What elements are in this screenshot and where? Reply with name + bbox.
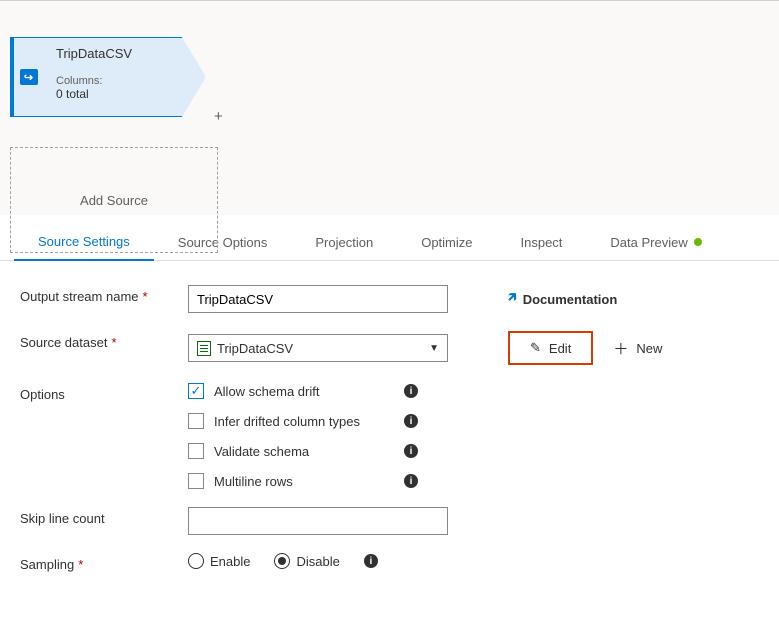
checkbox-icon: ✓ <box>188 383 204 399</box>
add-step-plus[interactable]: + <box>214 108 223 125</box>
edit-button[interactable]: ✎ Edit <box>508 331 593 365</box>
info-icon[interactable]: i <box>404 474 418 488</box>
source-dataset-select[interactable]: TripDataCSV ▼ <box>188 334 448 362</box>
checkbox-validate-schema[interactable]: Validate schema i <box>188 443 418 459</box>
radio-sampling-disable[interactable]: Disable <box>274 553 339 569</box>
info-icon[interactable]: i <box>404 414 418 428</box>
skip-lines-input[interactable] <box>188 507 448 535</box>
radio-sampling-enable[interactable]: Enable <box>188 553 250 569</box>
output-stream-input[interactable] <box>188 285 448 313</box>
node-arrow <box>182 37 206 117</box>
node-columns-value: 0 total <box>56 87 172 101</box>
status-dot-icon <box>694 238 702 246</box>
required-marker: * <box>143 289 148 304</box>
label-output-stream: Output stream name* <box>20 285 188 304</box>
radio-icon <box>188 553 204 569</box>
info-icon[interactable]: i <box>404 444 418 458</box>
checkbox-multiline-rows[interactable]: Multiline rows i <box>188 473 418 489</box>
checkbox-icon <box>188 473 204 489</box>
new-button[interactable]: ＋ New <box>613 338 662 359</box>
node-body: TripDataCSV Columns: 0 total <box>46 37 182 117</box>
required-marker: * <box>111 335 116 350</box>
external-link-icon: 🡵 <box>508 288 517 310</box>
checkbox-allow-schema-drift[interactable]: ✓ Allow schema drift i <box>188 383 418 399</box>
documentation-link[interactable]: 🡵 Documentation <box>508 288 617 310</box>
tab-data-preview[interactable]: Data Preview <box>586 224 725 260</box>
plus-icon: ＋ <box>613 338 628 359</box>
add-source-button[interactable]: Add Source <box>10 147 218 253</box>
label-source-dataset: Source dataset* <box>20 331 188 350</box>
info-icon[interactable]: i <box>404 384 418 398</box>
source-dataset-value: TripDataCSV <box>217 341 293 356</box>
pencil-icon: ✎ <box>530 340 541 356</box>
source-settings-form: Output stream name* 🡵 Documentation Sour… <box>0 261 779 614</box>
label-sampling: Sampling* <box>20 553 188 572</box>
checkbox-infer-drifted[interactable]: Infer drifted column types i <box>188 413 418 429</box>
node-title: TripDataCSV <box>56 46 172 61</box>
flow-canvas: ↪ TripDataCSV Columns: 0 total + Add Sou… <box>0 0 779 215</box>
chevron-down-icon: ▼ <box>429 343 439 354</box>
label-options: Options <box>20 383 188 402</box>
checkbox-icon <box>188 413 204 429</box>
info-icon[interactable]: i <box>364 554 378 568</box>
required-marker: * <box>78 557 83 572</box>
source-node[interactable]: ↪ TripDataCSV Columns: 0 total <box>10 37 206 117</box>
source-icon: ↪ <box>20 69 38 85</box>
tab-optimize[interactable]: Optimize <box>397 224 496 260</box>
add-source-label: Add Source <box>80 193 148 208</box>
label-skip-lines: Skip line count <box>20 507 188 526</box>
node-icon-box: ↪ <box>10 37 46 117</box>
radio-icon <box>274 553 290 569</box>
tab-projection[interactable]: Projection <box>291 224 397 260</box>
tab-inspect[interactable]: Inspect <box>497 224 587 260</box>
node-columns-label: Columns: <box>56 75 172 87</box>
checkbox-icon <box>188 443 204 459</box>
dataset-icon <box>197 341 211 356</box>
